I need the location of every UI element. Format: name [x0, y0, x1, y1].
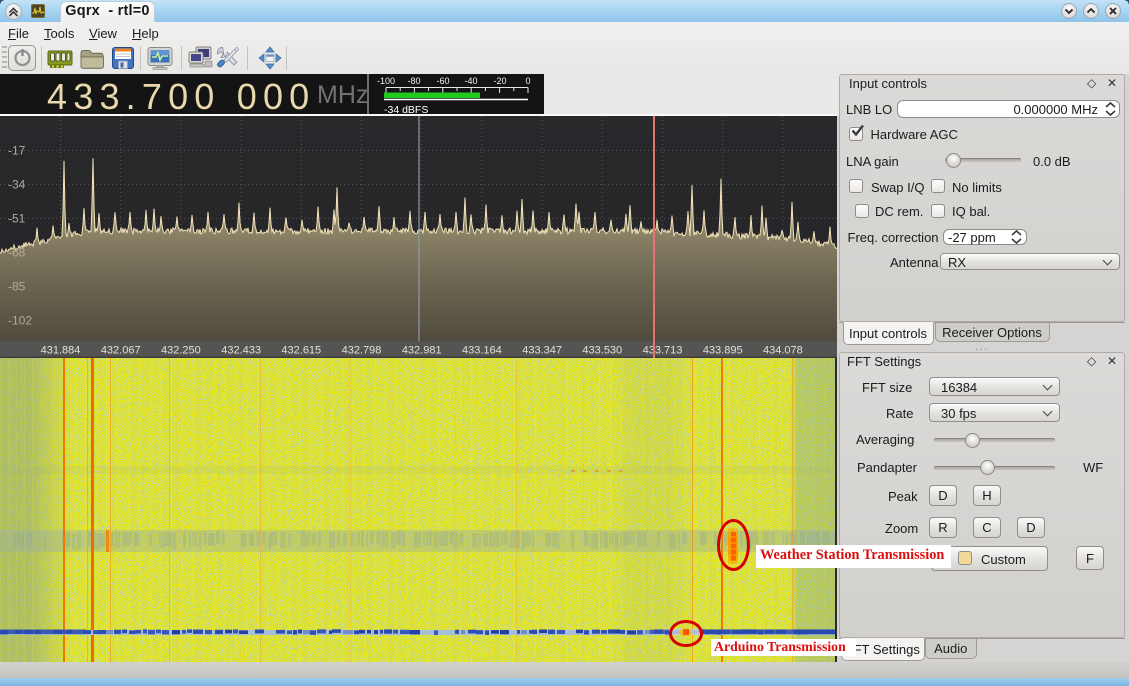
svg-text:-40: -40 — [464, 76, 477, 86]
svg-text:433.895: 433.895 — [703, 345, 743, 357]
svg-text:-68: -68 — [8, 246, 26, 260]
svg-text:-20: -20 — [493, 76, 506, 86]
svg-text:433.347: 433.347 — [522, 345, 562, 357]
svg-text:432.433: 432.433 — [221, 345, 261, 357]
svg-text:434.078: 434.078 — [763, 345, 803, 357]
svg-text:-80: -80 — [407, 76, 420, 86]
svg-text:-51: -51 — [8, 212, 26, 226]
svg-text:-100: -100 — [377, 76, 395, 86]
svg-text:432.798: 432.798 — [342, 345, 382, 357]
svg-text:432.981: 432.981 — [402, 345, 442, 357]
svg-text:432.250: 432.250 — [161, 345, 201, 357]
svg-text:-102: -102 — [8, 314, 32, 328]
svg-text:-60: -60 — [436, 76, 449, 86]
svg-text:-17: -17 — [8, 144, 26, 158]
svg-text:433.713: 433.713 — [643, 345, 683, 357]
svg-text:-34: -34 — [8, 178, 26, 192]
svg-text:-85: -85 — [8, 280, 26, 294]
svg-text:432.615: 432.615 — [281, 345, 321, 357]
svg-text:432.067: 432.067 — [101, 345, 141, 357]
svg-text:0: 0 — [525, 76, 530, 86]
svg-text:433.530: 433.530 — [582, 345, 622, 357]
svg-text:431.884: 431.884 — [41, 345, 81, 357]
svg-text:433.164: 433.164 — [462, 345, 502, 357]
svg-text:-34 dBFS: -34 dBFS — [384, 104, 428, 114]
